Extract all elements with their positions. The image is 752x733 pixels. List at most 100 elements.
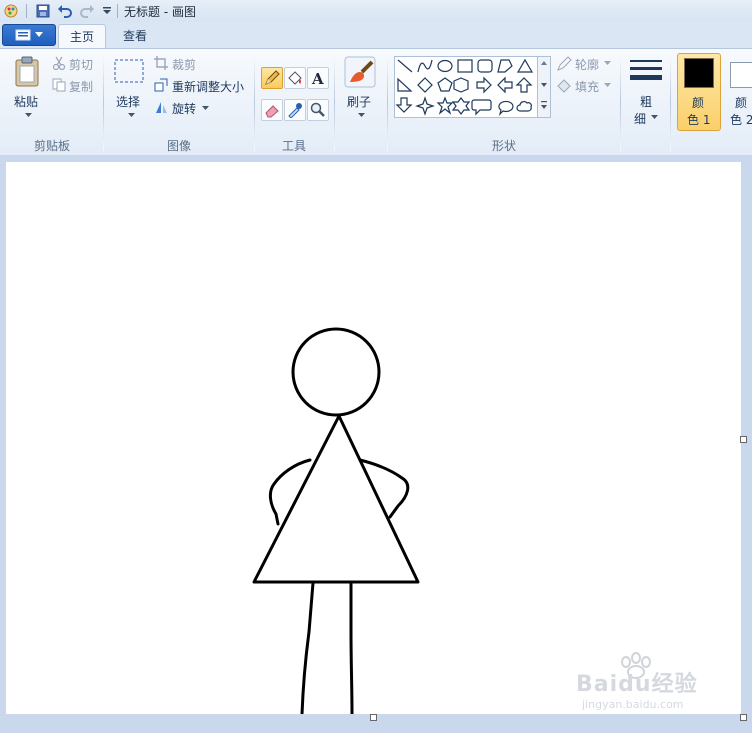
watermark-brand: Baidu经验 — [576, 672, 698, 697]
brushes-button[interactable]: 刷子 — [347, 93, 371, 110]
line-size-icon[interactable] — [628, 57, 664, 85]
customize-quick-access-icon[interactable] — [98, 2, 116, 20]
canvas-resize-handle-corner[interactable] — [740, 714, 747, 721]
curve-shape-icon — [417, 59, 433, 73]
oval-shape-icon — [437, 59, 453, 73]
watermark-url: jingyan.baidu.com — [582, 698, 684, 711]
redo-icon[interactable] — [78, 2, 96, 20]
color-2-swatch — [730, 62, 752, 88]
paste-dropdown-icon[interactable] — [22, 111, 34, 119]
figure-left-leg — [300, 581, 315, 716]
shapes-gallery-scrollbar[interactable] — [537, 56, 551, 118]
paint-bucket-icon — [288, 71, 302, 85]
chevron-down-icon — [35, 32, 43, 37]
diamond-shape-icon — [417, 77, 433, 93]
rectangle-shape-icon — [457, 59, 473, 73]
separator — [26, 4, 27, 18]
fill-tool-button[interactable] — [284, 67, 306, 89]
figure-right-leg — [349, 581, 354, 716]
copy-button[interactable]: 复制 — [69, 78, 93, 95]
select-icon[interactable] — [113, 57, 145, 85]
group-separator — [334, 55, 335, 151]
color-2-label-top: 颜 — [735, 96, 748, 110]
ribbon-tab-row: 主页 查看 — [0, 22, 752, 49]
oval-callout-shape-icon — [498, 100, 514, 116]
resize-icon — [154, 78, 168, 92]
text-tool-button[interactable]: A — [307, 67, 329, 89]
title-bar: 无标题 - 画图 — [0, 0, 752, 23]
eyedropper-icon — [288, 103, 302, 118]
four-point-star-shape-icon — [415, 96, 435, 116]
down-arrow-shape-icon — [395, 97, 413, 113]
triangle-shape-icon — [516, 58, 534, 73]
paste-button[interactable]: 粘贴 — [14, 93, 38, 110]
right-triangle-shape-icon — [397, 77, 413, 92]
magnifier-icon — [310, 102, 325, 117]
pencil-icon — [265, 70, 280, 85]
brush-icon[interactable] — [343, 55, 377, 89]
brushes-dropdown-icon[interactable] — [355, 111, 367, 119]
eraser-tool-button[interactable] — [261, 99, 283, 121]
scissors-icon — [52, 56, 66, 70]
size-label-top[interactable]: 粗 — [640, 93, 652, 110]
drawing-canvas[interactable] — [6, 162, 741, 716]
figure-body-triangle — [252, 414, 420, 584]
color-1-label-bottom: 色 1 — [687, 113, 711, 127]
left-arrow-shape-icon — [497, 76, 513, 94]
size-label-bottom[interactable]: 细 — [634, 110, 646, 127]
size-dropdown-icon[interactable] — [650, 113, 658, 121]
color-2-label-bottom: 色 2 — [730, 113, 752, 127]
outline-button[interactable]: 轮廓 — [575, 56, 599, 73]
up-arrow-shape-icon — [515, 77, 533, 93]
fill-button[interactable]: 填充 — [575, 78, 599, 95]
text-a-icon: A — [311, 70, 324, 86]
eraser-icon — [265, 105, 279, 118]
paste-icon[interactable] — [12, 55, 42, 89]
hexagon-shape-icon — [453, 77, 469, 93]
paint-menu-button[interactable] — [2, 24, 56, 46]
color-1-button[interactable]: 颜 色 1 — [677, 53, 721, 131]
rotate-icon — [154, 100, 168, 114]
group-label-shapes: 形状 — [491, 139, 516, 153]
right-arrow-shape-icon — [476, 76, 492, 94]
paint-app-icon[interactable] — [2, 2, 20, 20]
cut-button[interactable]: 剪切 — [69, 56, 93, 73]
window-title: 无标题 - 画图 — [124, 5, 196, 19]
group-label-image: 图像 — [166, 139, 191, 153]
ribbon-home: 粘贴 剪切 复制 剪贴板 选择 裁剪 重新调整大小 旋转 图像 A 工具 刷子 … — [0, 48, 752, 156]
color-1-label-top: 颜 — [692, 96, 705, 110]
tab-view[interactable]: 查看 — [112, 24, 158, 48]
baidu-watermark: Baidu经验 jingyan.baidu.com — [574, 650, 714, 720]
outline-dropdown-icon[interactable] — [603, 60, 611, 66]
five-point-star-shape-icon — [436, 96, 454, 115]
color-2-button[interactable]: 颜 色 2 — [724, 53, 752, 131]
color-picker-tool-button[interactable] — [284, 99, 306, 121]
canvas-resize-handle-bottom[interactable] — [370, 714, 377, 721]
crop-icon — [154, 56, 168, 70]
tab-home[interactable]: 主页 — [58, 24, 106, 49]
pencil-tool-button[interactable] — [261, 67, 283, 89]
select-button[interactable]: 选择 — [116, 93, 140, 110]
rotate-button[interactable]: 旋转 — [172, 100, 196, 117]
shapes-gallery[interactable] — [394, 56, 538, 118]
select-dropdown-icon[interactable] — [125, 111, 137, 119]
fill-dropdown-icon[interactable] — [603, 82, 611, 88]
scroll-up-icon — [541, 61, 547, 65]
scroll-down-icon — [541, 83, 547, 87]
copy-icon — [52, 78, 66, 92]
undo-icon[interactable] — [56, 2, 74, 20]
magnifier-tool-button[interactable] — [307, 99, 329, 121]
pentagon-shape-icon — [437, 77, 453, 92]
color-1-swatch — [684, 58, 714, 88]
canvas-resize-handle-right[interactable] — [740, 436, 747, 443]
crop-button[interactable]: 裁剪 — [172, 56, 196, 73]
figure-head — [291, 327, 381, 417]
group-label-tools: 工具 — [281, 139, 306, 153]
gallery-expand-icon — [541, 105, 547, 109]
save-icon[interactable] — [34, 2, 52, 20]
resize-button[interactable]: 重新调整大小 — [172, 78, 244, 95]
svg-text:A: A — [311, 70, 324, 86]
six-point-star-shape-icon — [451, 97, 471, 115]
rotate-dropdown-icon[interactable] — [200, 104, 210, 112]
rounded-rectangle-shape-icon — [477, 59, 493, 73]
